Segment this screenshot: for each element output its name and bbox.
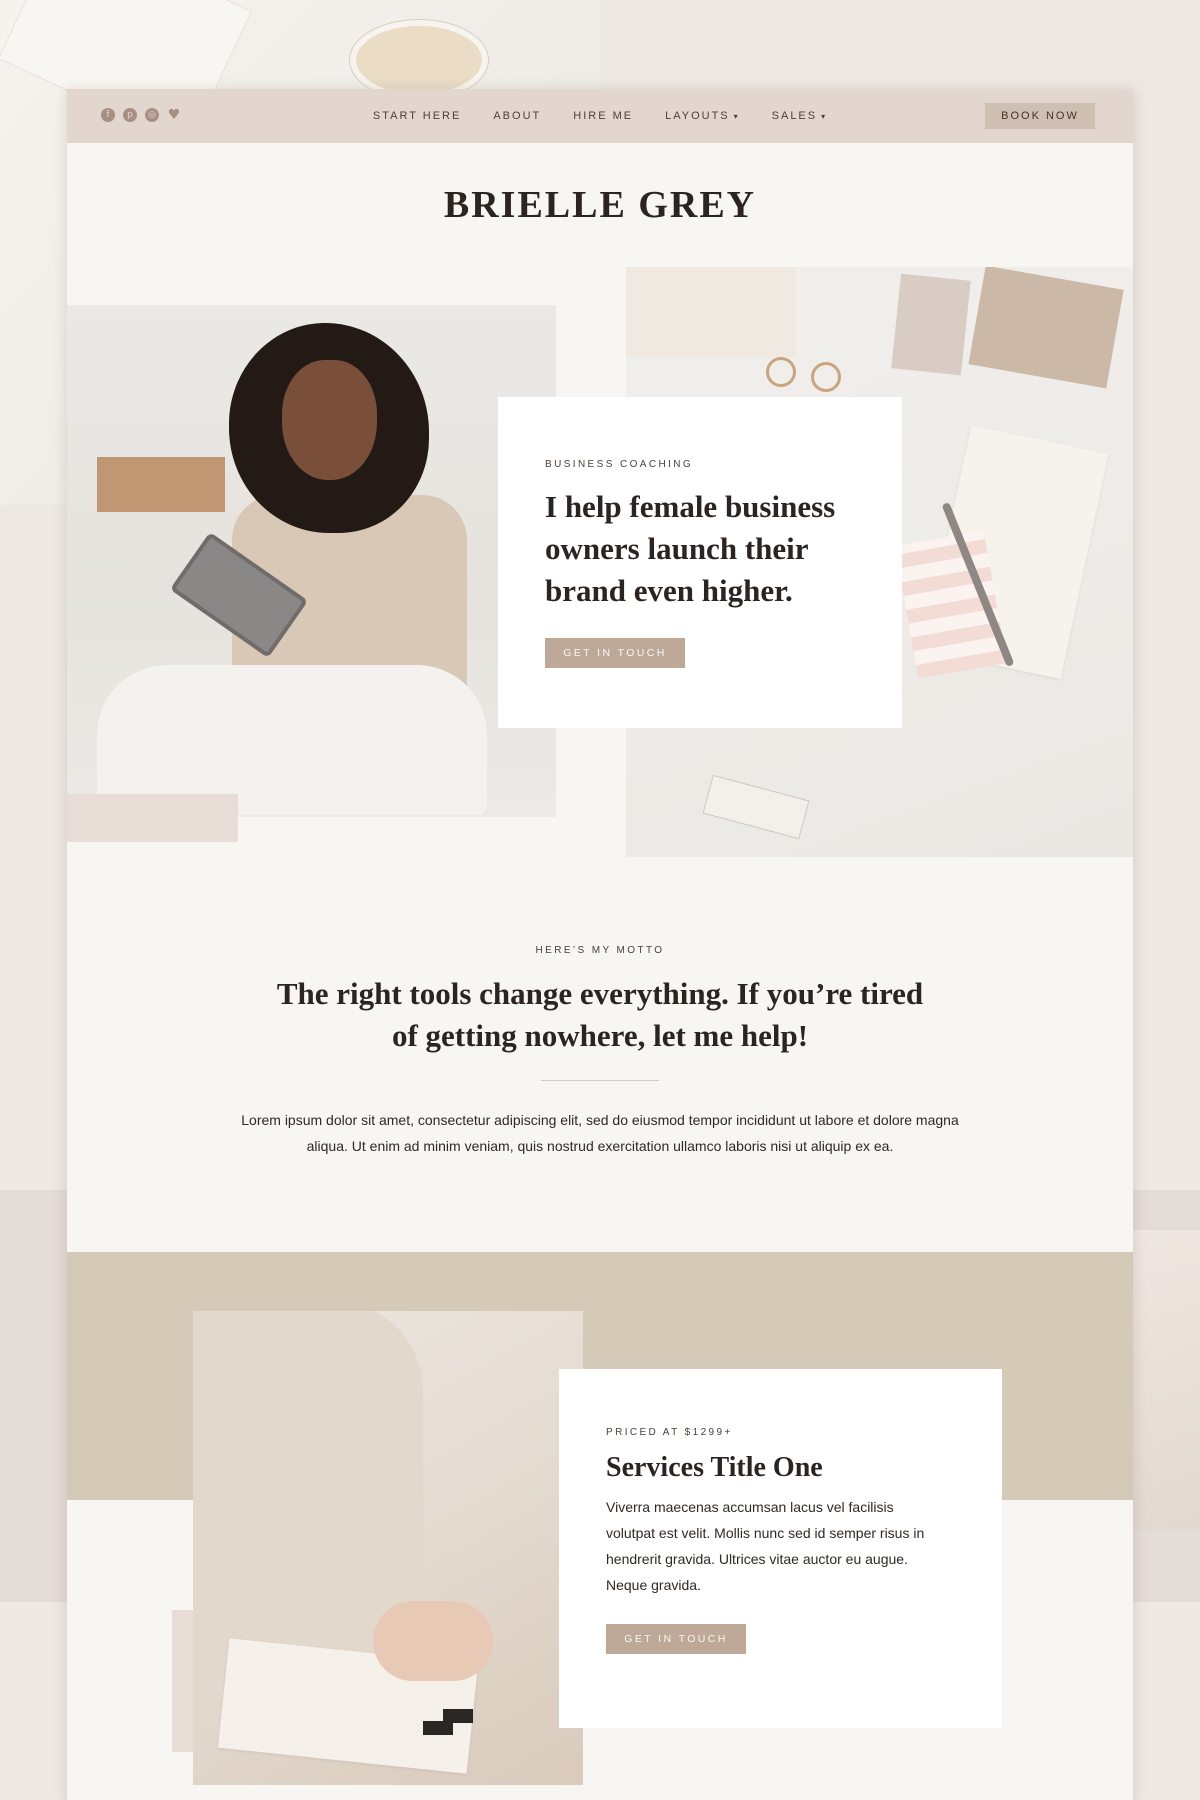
motto-heading: The right tools change everything. If yo… (217, 973, 983, 1057)
hero-heading: I help female business owners launch the… (545, 486, 855, 612)
get-in-touch-button[interactable]: GET IN TOUCH (545, 638, 685, 668)
services-text-line: Viverra maecenas accumsan lacus vel faci… (606, 1499, 894, 1515)
nav-label: HIRE ME (573, 110, 634, 122)
services-description: Viverra maecenas accumsan lacus vel faci… (606, 1494, 946, 1598)
brand-title: BRIELLE GREY (443, 184, 757, 226)
nav-label: SALES (771, 110, 818, 122)
hero-heading-line: owners launch their (545, 531, 809, 566)
nav-item-start-here[interactable]: START HERE (373, 110, 461, 122)
decorative-block (172, 1610, 193, 1752)
services-card: PRICED AT $1299+ Services Title One Vive… (559, 1369, 1002, 1728)
price-eyebrow: PRICED AT $1299+ (606, 1427, 733, 1438)
photo-hand (373, 1601, 493, 1681)
book-now-button[interactable]: BOOK NOW (985, 103, 1095, 129)
hero-eyebrow: BUSINESS COACHING (545, 459, 694, 470)
hero-heading-line: I help female business (545, 489, 836, 524)
services-text-line: volutpat est velit. Mollis nunc sed id s… (606, 1525, 925, 1541)
photo-swatch (891, 273, 971, 376)
chevron-down-icon: ▾ (821, 111, 828, 121)
nav-label: LAYOUTS (665, 110, 730, 122)
hero-portrait-photo (67, 305, 556, 817)
website-mockup: f p ◎ ♥ START HERE ABOUT HIRE ME LAYOUTS… (67, 89, 1133, 1800)
motto-heading-line: The right tools change everything. If yo… (276, 976, 924, 1011)
services-photo (193, 1311, 583, 1785)
nav-item-about[interactable]: ABOUT (493, 110, 541, 122)
nav-item-layouts[interactable]: LAYOUTS ▾ (665, 110, 740, 122)
nav-item-hire-me[interactable]: HIRE ME (573, 110, 633, 122)
services-title: Services Title One (606, 1452, 823, 1483)
top-navigation-bar: f p ◎ ♥ START HERE ABOUT HIRE ME LAYOUTS… (67, 89, 1133, 143)
nav-label: START HERE (372, 110, 462, 122)
photo-figure-face (282, 360, 377, 480)
motto-paragraph: Lorem ipsum dolor sit amet, consectetur … (207, 1107, 993, 1159)
hero-card: BUSINESS COACHING I help female business… (498, 397, 902, 728)
motto-text-line: Lorem ipsum dolor sit amet, consectetur … (241, 1112, 959, 1128)
photo-clip (443, 1709, 473, 1723)
photo-clip (423, 1721, 453, 1735)
motto-heading-line: of getting nowhere, let me help! (391, 1018, 809, 1053)
photo-figure-legs (97, 665, 487, 815)
photo-box (97, 457, 225, 512)
divider (541, 1080, 659, 1081)
decorative-block (67, 794, 238, 842)
photo-card (702, 774, 810, 840)
motto-text-line: aliqua. Ut enim ad minim veniam, quis no… (306, 1138, 894, 1154)
backdrop-envelope (1130, 1230, 1200, 1530)
services-text-line: Neque gravida. (606, 1577, 701, 1593)
main-nav: START HERE ABOUT HIRE ME LAYOUTS ▾ SALES… (67, 89, 1133, 143)
chevron-down-icon: ▾ (733, 111, 740, 121)
hero-heading-line: brand even higher. (545, 573, 793, 608)
photo-swatch (968, 267, 1124, 389)
photo-knit (626, 267, 796, 357)
photo-ring (766, 357, 796, 387)
nav-item-sales[interactable]: SALES ▾ (772, 110, 827, 122)
nav-label: ABOUT (493, 110, 542, 122)
backdrop-mug (350, 20, 488, 100)
photo-ring (811, 362, 841, 392)
get-in-touch-button[interactable]: GET IN TOUCH (606, 1624, 746, 1654)
motto-eyebrow: HERE’S MY MOTTO (535, 945, 665, 956)
services-text-line: hendrerit gravida. Ultrices vitae auctor… (606, 1551, 908, 1567)
